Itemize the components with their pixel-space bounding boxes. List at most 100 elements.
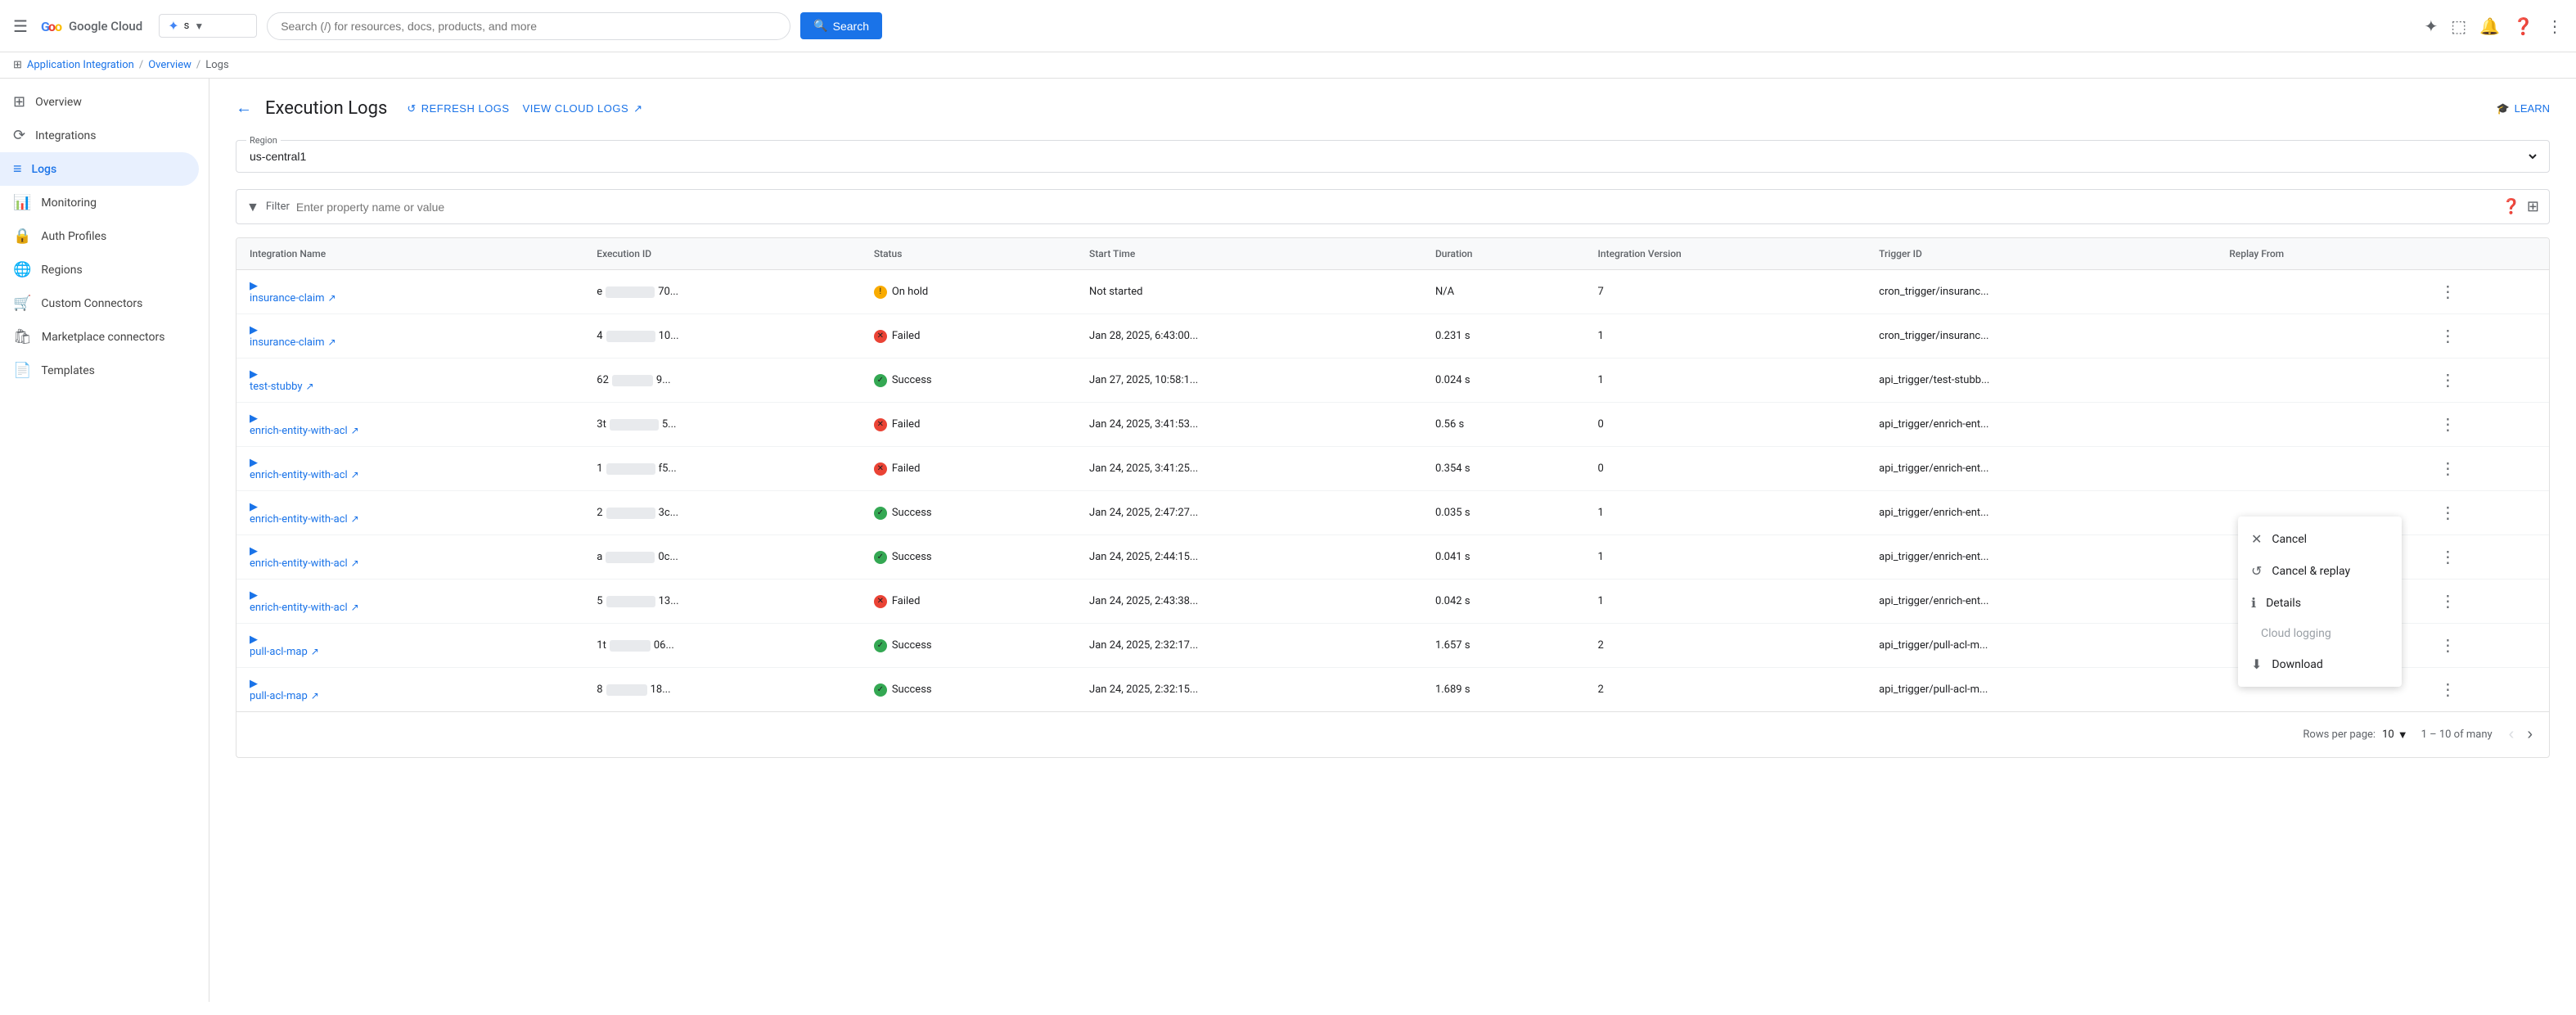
main-layout: ⊞ Overview ⟳ Integrations ≡ Logs 📊 Monit… [0, 79, 2576, 1002]
cell-trigger-id: api_trigger/pull-acl-m... [1866, 624, 2216, 668]
row-expand-icon[interactable]: ▶ [250, 589, 258, 602]
row-more-button[interactable]: ⋮ [2436, 323, 2459, 350]
rows-per-page-select[interactable]: 10 ▼ [2382, 729, 2408, 742]
help-icon[interactable]: ❓ [2513, 16, 2533, 36]
row-more-button[interactable]: ⋮ [2436, 278, 2459, 305]
sidebar-label-templates: Templates [41, 364, 95, 377]
row-more-button[interactable]: ⋮ [2436, 544, 2459, 571]
help-circle-icon[interactable]: ❓ [2502, 198, 2520, 215]
breadcrumb-overview[interactable]: Overview [148, 59, 191, 71]
menu-item-details[interactable]: ℹ Details [2238, 587, 2402, 619]
cell-integration-name: ▶ enrich-entity-with-acl ↗ [236, 447, 583, 491]
row-expand-icon[interactable]: ▶ [250, 545, 258, 557]
google-logo-svg: G o o [38, 13, 64, 39]
integration-name-link[interactable]: enrich-entity-with-acl ↗ [250, 557, 570, 570]
global-search-input[interactable] [281, 20, 777, 33]
integration-name-link[interactable]: pull-acl-map ↗ [250, 646, 570, 658]
project-selector[interactable]: ✦ s ▼ [159, 14, 257, 38]
cell-actions: ⋮ [2423, 403, 2549, 447]
cell-status: ✓ Success [861, 668, 1076, 712]
cell-execution-id: 8 18... [583, 668, 861, 712]
breadcrumb-icon: ⊞ [13, 59, 22, 71]
row-expand-icon[interactable]: ▶ [250, 501, 258, 513]
row-more-button[interactable]: ⋮ [2436, 632, 2459, 659]
search-button[interactable]: 🔍 Search [800, 12, 882, 39]
row-more-button[interactable]: ⋮ [2436, 455, 2459, 482]
page-info: 1 – 10 of many [2421, 729, 2493, 741]
cell-integration-name: ▶ enrich-entity-with-acl ↗ [236, 403, 583, 447]
sidebar-label-auth: Auth Profiles [41, 230, 106, 243]
sidebar-item-marketplace-connectors[interactable]: 🛍 Marketplace connectors [0, 320, 199, 354]
back-button[interactable]: ← [236, 99, 252, 118]
row-expand-icon[interactable]: ▶ [250, 457, 258, 469]
terminal-icon[interactable]: ⬚ [2451, 16, 2466, 36]
integration-name-link[interactable]: enrich-entity-with-acl ↗ [250, 469, 570, 481]
menu-label-details: Details [2266, 597, 2301, 610]
integration-name-link[interactable]: enrich-entity-with-acl ↗ [250, 425, 570, 437]
cell-version: 0 [1585, 403, 1867, 447]
logs-icon: ≡ [13, 160, 22, 178]
sidebar-item-overview[interactable]: ⊞ Overview [0, 85, 199, 119]
menu-item-download[interactable]: ⬇ Download [2238, 648, 2402, 680]
row-more-button[interactable]: ⋮ [2436, 411, 2459, 438]
columns-icon[interactable]: ⊞ [2527, 198, 2539, 215]
sidebar-item-integrations[interactable]: ⟳ Integrations [0, 119, 199, 152]
integration-name-link[interactable]: test-stubby ↗ [250, 381, 570, 393]
row-expand-icon[interactable]: ▶ [250, 324, 258, 336]
integration-name-link[interactable]: insurance-claim ↗ [250, 292, 570, 304]
row-more-button[interactable]: ⋮ [2436, 367, 2459, 394]
more-options-icon[interactable]: ⋮ [2547, 16, 2563, 36]
next-page-button[interactable]: › [2524, 722, 2536, 747]
cell-version: 2 [1585, 668, 1867, 712]
integration-name-link[interactable]: pull-acl-map ↗ [250, 690, 570, 702]
refresh-logs-button[interactable]: ↺ REFRESH LOGS [407, 102, 509, 115]
learn-button[interactable]: 🎓 LEARN [2496, 102, 2550, 115]
sidebar-label-integrations: Integrations [35, 129, 96, 142]
sparkle-icon[interactable]: ✦ [2425, 16, 2439, 36]
status-indicator: ✓ [874, 551, 887, 564]
filter-input[interactable] [296, 201, 2496, 214]
menu-item-cancel[interactable]: ✕ Cancel [2238, 523, 2402, 555]
row-expand-icon[interactable]: ▶ [250, 368, 258, 381]
sidebar-item-auth-profiles[interactable]: 🔒 Auth Profiles [0, 219, 199, 253]
cell-replay-from [2216, 270, 2423, 314]
row-more-button[interactable]: ⋮ [2436, 676, 2459, 703]
cell-version: 1 [1585, 580, 1867, 624]
status-indicator: ! [874, 286, 887, 299]
filter-icon: ▼ [246, 199, 259, 215]
external-link-icon: ↗ [351, 513, 359, 525]
notifications-icon[interactable]: 🔔 [2479, 16, 2500, 36]
cell-execution-id: 5 13... [583, 580, 861, 624]
status-text: Failed [892, 330, 921, 342]
row-expand-icon[interactable]: ▶ [250, 634, 258, 646]
table-row: ▶ insurance-claim ↗ e 70... ! On hold [236, 270, 2549, 314]
integration-name-link[interactable]: enrich-entity-with-acl ↗ [250, 602, 570, 614]
status-text: Failed [892, 418, 921, 431]
integration-name-link[interactable]: insurance-claim ↗ [250, 336, 570, 349]
sidebar-item-logs[interactable]: ≡ Logs [0, 152, 199, 186]
col-actions [2423, 238, 2549, 270]
sidebar-item-templates[interactable]: 📄 Templates [0, 354, 199, 387]
breadcrumb-app-integration[interactable]: Application Integration [27, 59, 134, 71]
region-section: Region us-central1 [236, 135, 2550, 173]
prev-page-button[interactable]: ‹ [2506, 722, 2518, 747]
sidebar-item-regions[interactable]: 🌐 Regions [0, 253, 199, 286]
row-expand-icon[interactable]: ▶ [250, 280, 258, 292]
view-cloud-logs-button[interactable]: VIEW CLOUD LOGS ↗ [523, 102, 643, 115]
row-expand-icon[interactable]: ▶ [250, 413, 258, 425]
integration-name-link[interactable]: enrich-entity-with-acl ↗ [250, 513, 570, 526]
cell-trigger-id: api_trigger/pull-acl-m... [1866, 668, 2216, 712]
cell-version: 1 [1585, 535, 1867, 580]
download-icon: ⬇ [2251, 656, 2262, 672]
cell-integration-name: ▶ enrich-entity-with-acl ↗ [236, 580, 583, 624]
row-more-button[interactable]: ⋮ [2436, 499, 2459, 526]
row-more-button[interactable]: ⋮ [2436, 588, 2459, 615]
hamburger-icon[interactable]: ☰ [13, 16, 28, 36]
sidebar-item-custom-connectors[interactable]: 🛒 Custom Connectors [0, 286, 199, 320]
menu-item-cancel-replay[interactable]: ↺ Cancel & replay [2238, 555, 2402, 587]
cell-integration-name: ▶ enrich-entity-with-acl ↗ [236, 535, 583, 580]
region-select[interactable]: us-central1 [246, 149, 2539, 164]
status-indicator: ✓ [874, 507, 887, 520]
row-expand-icon[interactable]: ▶ [250, 678, 258, 690]
sidebar-item-monitoring[interactable]: 📊 Monitoring [0, 186, 199, 219]
